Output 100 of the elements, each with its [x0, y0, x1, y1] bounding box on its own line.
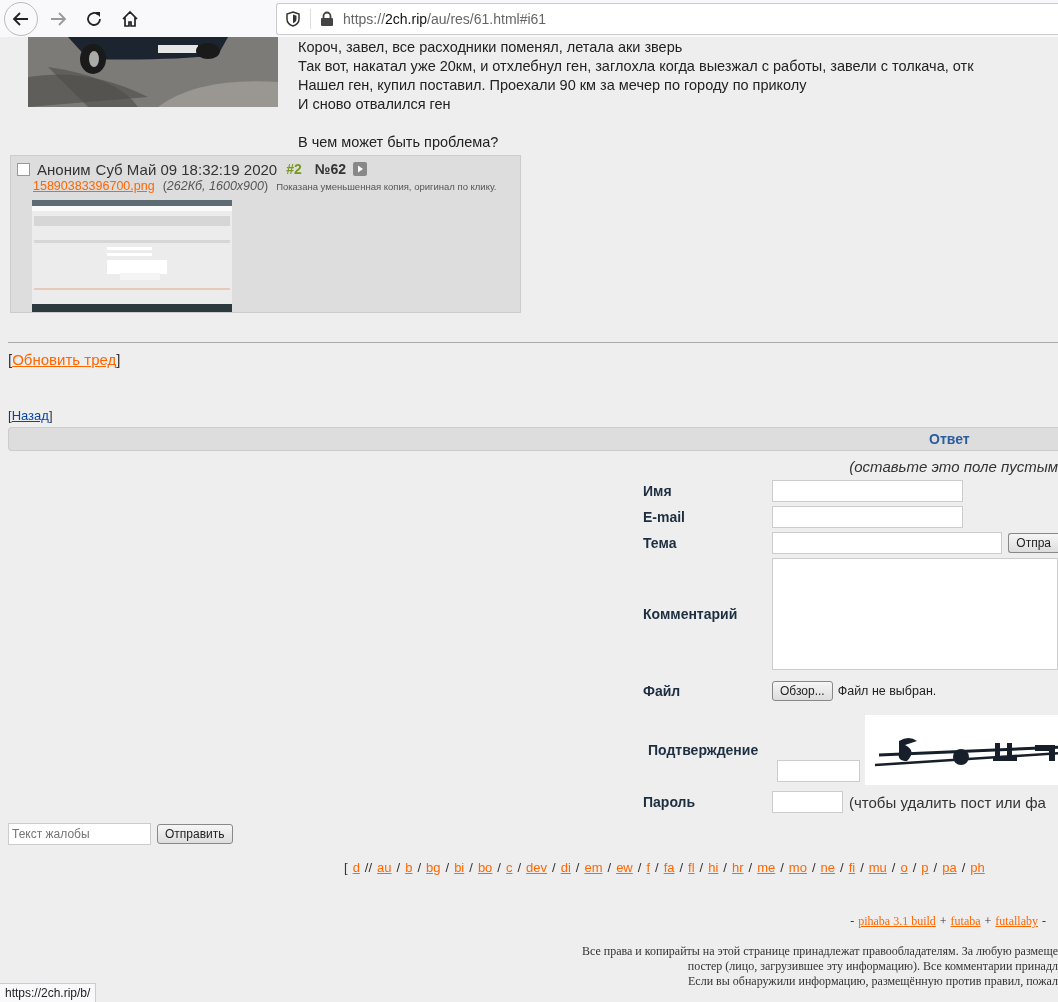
- board-link[interactable]: d: [352, 860, 360, 878]
- board-link[interactable]: fa: [663, 860, 675, 878]
- separator: +: [984, 914, 992, 929]
- board-link[interactable]: bg: [426, 860, 441, 878]
- file-status: Файл не выбран.: [837, 684, 937, 698]
- separator: /: [780, 860, 784, 877]
- form-title: Ответ: [929, 431, 970, 447]
- input-field[interactable]: [772, 506, 963, 528]
- separator: /: [469, 860, 473, 877]
- post-number[interactable]: №62: [314, 161, 346, 177]
- field-label: E-mail: [643, 509, 686, 525]
- field-label: Подтверждение: [648, 742, 760, 758]
- board-link[interactable]: mo: [788, 860, 807, 878]
- separator: /: [961, 860, 966, 877]
- comment-field[interactable]: [772, 557, 1058, 670]
- board-link[interactable]: fl: [688, 860, 695, 878]
- checkbox[interactable]: [17, 162, 30, 176]
- credit-link[interactable]: pihaba 3.1 build: [858, 914, 936, 929]
- forward-arrow-icon: [49, 9, 67, 28]
- separator: /: [912, 860, 917, 877]
- submit-button[interactable]: Отправить: [157, 824, 233, 844]
- play-icon[interactable]: [352, 162, 367, 176]
- reload-icon: [85, 9, 103, 28]
- credit-link[interactable]: futallaby: [995, 914, 1038, 929]
- board-link[interactable]: mu: [868, 860, 887, 878]
- board-link[interactable]: ph: [970, 860, 985, 878]
- board-link[interactable]: em: [584, 860, 603, 878]
- form-hint: (оставьте это поле пустым: [848, 458, 1058, 477]
- input-field[interactable]: [772, 480, 963, 502]
- separator: /: [637, 860, 642, 877]
- post-index: #2: [286, 161, 302, 177]
- separator: [: [344, 860, 348, 877]
- field-label: Файл: [643, 683, 682, 699]
- board-link[interactable]: c: [506, 860, 513, 878]
- separator: //: [364, 860, 373, 877]
- home-icon: [121, 9, 139, 28]
- board-link[interactable]: hi: [708, 860, 719, 878]
- separator: /: [417, 860, 422, 877]
- credit-link[interactable]: futaba: [950, 914, 981, 929]
- separator: -: [1042, 914, 1046, 929]
- bracket: ]: [116, 351, 121, 368]
- board-link[interactable]: b: [405, 860, 413, 878]
- separator: /: [891, 860, 896, 877]
- separator: /: [607, 860, 612, 877]
- file-link[interactable]: 15890383396700.png: [33, 179, 155, 193]
- separator: /: [933, 860, 938, 877]
- disclaimer-text: Если вы обнаружили информацию, размещённую против правил, пожал: [688, 974, 1058, 989]
- status-url: https://2ch.rip/b/: [0, 983, 97, 1002]
- shield-icon: [285, 10, 301, 27]
- separator: /: [396, 860, 401, 877]
- post-text: Короч, завел, все расходники поменял, летала аки зверь Так вот, накатал уже 20км, и отхлебнул ген, заглохла когда выезжал с работы, завели с толкача, отк Нашел ген, купил поставил. Проехали 90 км за мечер по городу по приколу И сново отвалился ген В чем может быть проблема?: [298, 38, 974, 152]
- thumbnail-note: Показана уменьшенная копия, оригинал по клику.: [276, 181, 497, 192]
- refresh-thread-link[interactable]: Обновить тред: [12, 351, 117, 368]
- input-field[interactable]: [777, 760, 860, 782]
- separator: /: [575, 860, 580, 877]
- board-link[interactable]: di: [560, 860, 571, 878]
- input-field[interactable]: [772, 532, 1003, 554]
- submit-button[interactable]: Отпра: [1008, 533, 1058, 553]
- board-link[interactable]: ne: [820, 860, 835, 878]
- separator: /: [840, 860, 844, 877]
- field-label: Имя: [643, 483, 673, 499]
- board-link[interactable]: hr: [732, 860, 744, 878]
- separator: /: [699, 860, 704, 877]
- browse-button[interactable]: Обзор...: [772, 681, 833, 701]
- separator: /: [445, 860, 450, 877]
- board-link[interactable]: p: [921, 860, 929, 878]
- board-link[interactable]: pa: [942, 860, 957, 878]
- board-link[interactable]: bo: [477, 860, 493, 878]
- board-link[interactable]: bi: [454, 860, 465, 878]
- complaint-field[interactable]: Текст жалобы: [8, 823, 151, 845]
- separator: +: [939, 914, 947, 929]
- back-arrow-icon: [12, 9, 30, 28]
- board-link[interactable]: au: [377, 860, 392, 878]
- field-label: Тема: [643, 535, 678, 551]
- lock-icon: [320, 10, 334, 27]
- separator: /: [552, 860, 556, 877]
- bracket: ]: [48, 408, 53, 423]
- board-link[interactable]: fi: [848, 860, 856, 878]
- board-link[interactable]: dev: [526, 860, 548, 878]
- disclaimer-text: Все права и копирайты на этой странице принадлежат правообладателям. За любую размеще: [581, 944, 1058, 959]
- disclaimer-text: постер (лицо, загрузившее эту информацию). Все комментарии принадл: [687, 959, 1058, 974]
- separator: /: [748, 860, 753, 877]
- bracket: [: [8, 351, 13, 368]
- separator: -: [850, 914, 855, 929]
- board-link[interactable]: f: [646, 860, 650, 878]
- separator: /: [860, 860, 864, 877]
- password-note: (чтобы удалить пост или фа: [849, 793, 1046, 811]
- separator: /: [811, 860, 816, 877]
- file-info: (262Кб, 1600x900): [162, 179, 269, 193]
- board-link[interactable]: me: [757, 860, 776, 878]
- bracket: [: [8, 408, 12, 423]
- field-label: Комментарий: [643, 605, 739, 622]
- address-bar[interactable]: https://2ch.rip/au/res/61.html#i61: [276, 2, 1058, 35]
- separator: /: [497, 860, 501, 877]
- separator: /: [655, 860, 659, 877]
- password-field[interactable]: [772, 791, 843, 813]
- board-link[interactable]: o: [900, 860, 908, 878]
- board-link[interactable]: ew: [616, 860, 633, 878]
- separator: /: [723, 860, 727, 877]
- field-label: Пароль: [643, 794, 697, 810]
